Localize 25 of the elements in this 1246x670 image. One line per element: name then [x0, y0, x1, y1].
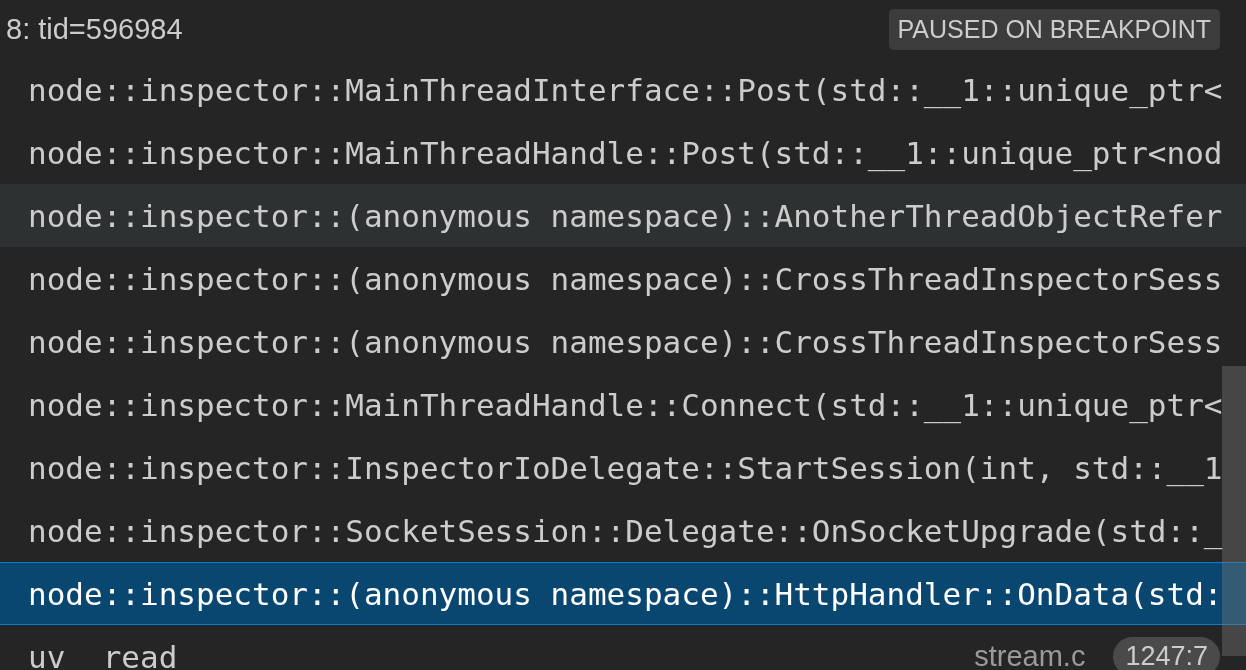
stack-frame[interactable]: node::inspector::(anonymous namespace)::CrossThreadInspectorSess: [0, 310, 1246, 373]
frame-name: node::inspector::(anonymous namespace)::CrossThreadInspectorSess: [28, 260, 1223, 297]
frame-name: node::inspector::MainThreadHandle::Connect(std::__1::unique_ptr<: [28, 386, 1223, 423]
thread-title: 8: tid=596984: [6, 12, 183, 46]
status-badge: PAUSED ON BREAKPOINT: [888, 8, 1220, 50]
frame-name: node::inspector::MainThreadInterface::Post(std::__1::unique_ptr<: [28, 71, 1223, 108]
stack-frame[interactable]: node::inspector::(anonymous namespace)::AnotherThreadObjectRefer: [0, 184, 1246, 247]
stack-frame[interactable]: node::inspector::MainThreadInterface::Post(std::__1::unique_ptr<: [0, 58, 1246, 121]
line-badge: 1247:7: [1113, 637, 1220, 670]
stack-frame[interactable]: node::inspector::SocketSession::Delegate::OnSocketUpgrade(std::_: [0, 499, 1246, 562]
frame-name: node::inspector::(anonymous namespace)::CrossThreadInspectorSess: [28, 323, 1223, 360]
stack-frame[interactable]: node::inspector::InspectorIoDelegate::StartSession(int, std::__1: [0, 436, 1246, 499]
stack-frame[interactable]: node::inspector::(anonymous namespace)::CrossThreadInspectorSess: [0, 247, 1246, 310]
frame-name: node::inspector::(anonymous namespace)::HttpHandler::OnData(std:: [28, 575, 1223, 612]
stack-frame[interactable]: node::inspector::MainThreadHandle::Connect(std::__1::unique_ptr<: [0, 373, 1246, 436]
file-name: stream.c: [974, 640, 1086, 670]
frame-name: node::inspector::InspectorIoDelegate::StartSession(int, std::__1: [28, 449, 1223, 486]
stack-frame[interactable]: node::inspector::MainThreadHandle::Post(std::__1::unique_ptr<nod: [0, 121, 1246, 184]
frame-name: node::inspector::SocketSession::Delegate::OnSocketUpgrade(std::_: [28, 512, 1223, 549]
scrollbar-thumb[interactable]: [1222, 366, 1246, 656]
frame-name: node::inspector::(anonymous namespace)::AnotherThreadObjectRefer: [28, 197, 1223, 234]
frame-name: uv__read: [28, 638, 178, 670]
frame-name: node::inspector::MainThreadHandle::Post(std::__1::unique_ptr<nod: [28, 134, 1223, 171]
stack-frame[interactable]: node::inspector::(anonymous namespace)::HttpHandler::OnData(std:: [0, 562, 1246, 625]
stack-frame[interactable]: uv__read stream.c 1247:7: [0, 625, 1246, 670]
